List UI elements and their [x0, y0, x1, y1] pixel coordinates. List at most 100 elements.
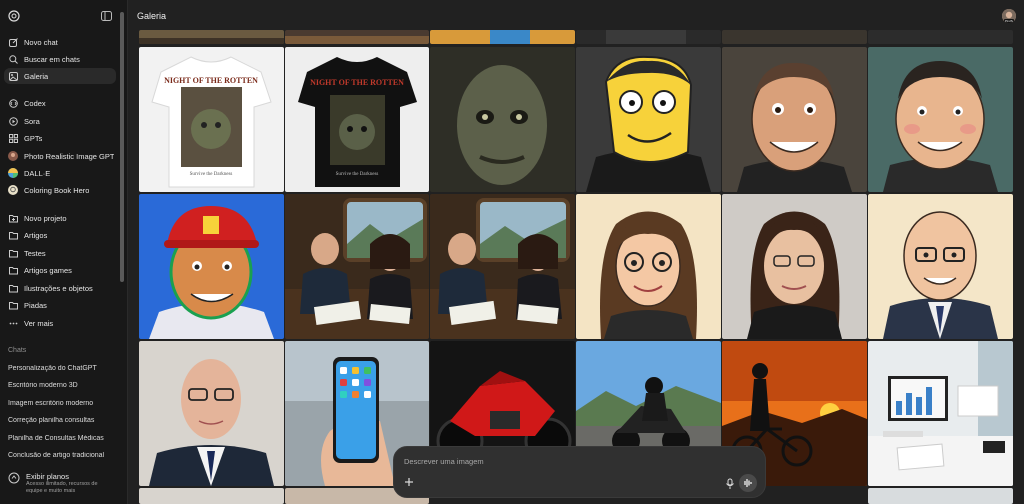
sidebar-toggle-icon[interactable]: [101, 11, 112, 21]
gallery-image-caricature-bald-man[interactable]: [868, 194, 1013, 339]
new-folder-icon: [8, 213, 18, 223]
chat-item[interactable]: Escritório moderno 3D: [8, 382, 116, 389]
plan-badge: PLUS: [1004, 19, 1014, 23]
sidebar-item-label: Sora: [24, 116, 40, 126]
gallery-image-partial[interactable]: [722, 30, 867, 44]
folder-icon: [8, 283, 18, 293]
folder-icon: [8, 230, 18, 240]
sidebar-item-codex[interactable]: Codex: [4, 95, 116, 111]
folder-icon: [8, 300, 18, 310]
gpt-avatar-icon: [8, 151, 18, 161]
sidebar-item-label: Ver mais: [24, 318, 54, 328]
plan-text: Exibir planos Acesso ilimitado, recursos…: [26, 468, 112, 494]
sidebar-item-label: Codex: [24, 98, 46, 108]
sidebar: Novo chat Buscar em chats Galeria Codex …: [0, 0, 128, 504]
gallery-image-tshirt-white[interactable]: NIGHT OF THE ROTTEN Survive the Darkness: [139, 47, 284, 192]
avatar[interactable]: PLUS: [1002, 9, 1016, 23]
sidebar-item-label: Ilustrações e objetos: [24, 283, 93, 293]
page-header: Galeria PLUS: [129, 0, 1024, 30]
tshirt-print-text: NIGHT OF THE ROTTEN: [164, 76, 258, 85]
sidebar-item-piadas[interactable]: Piadas: [4, 297, 116, 313]
gallery-image-office-desk[interactable]: [868, 341, 1013, 486]
image-prompt-input[interactable]: [404, 455, 704, 467]
sidebar-scrollbar[interactable]: [120, 12, 124, 282]
gallery-image-woman-realistic[interactable]: [722, 194, 867, 339]
gallery-image-partial[interactable]: [868, 488, 1013, 504]
plus-icon: [405, 478, 413, 486]
sidebar-item-sora[interactable]: Sora: [4, 113, 116, 129]
tshirt-print-subtext: Survive the Darkness: [190, 172, 233, 177]
more-icon: [8, 318, 18, 328]
gallery-image-partial[interactable]: [285, 30, 429, 44]
gallery-image-partial[interactable]: [576, 30, 721, 44]
dictate-button[interactable]: [725, 477, 735, 489]
voice-mode-button[interactable]: [739, 474, 757, 492]
sidebar-item-label: GPTs: [24, 133, 43, 143]
sora-icon: [8, 116, 18, 126]
new-chat-icon: [8, 37, 18, 47]
sidebar-item-artigos-games[interactable]: Artigos games: [4, 262, 116, 278]
sidebar-item-label: Testes: [24, 248, 46, 258]
sidebar-item-label: DALL·E: [24, 168, 51, 178]
plan-subtitle: Acesso ilimitado, recursos de equipe e m…: [26, 481, 98, 494]
chat-item[interactable]: Imagem escritório moderno: [8, 400, 116, 407]
sidebar-item-label: Coloring Book Hero: [24, 185, 90, 195]
gallery-image-popart-man[interactable]: [139, 194, 284, 339]
add-attachment-button[interactable]: [403, 477, 415, 489]
sidebar-item-photo-realistic-gpt[interactable]: Photo Realistic Image GPT: [4, 148, 116, 164]
voice-waveform-icon: [744, 479, 752, 487]
upgrade-plan-button[interactable]: Exibir planos Acesso ilimitado, recursos…: [4, 468, 120, 498]
sidebar-item-ilustracoes[interactable]: Ilustrações e objetos: [4, 280, 116, 296]
gallery-icon: [8, 71, 18, 81]
sidebar-item-new-chat[interactable]: Novo chat: [4, 34, 116, 50]
gallery-image-caricature-man[interactable]: [722, 47, 867, 192]
chat-item[interactable]: Personalização do ChatGPT: [8, 365, 116, 372]
search-icon: [8, 54, 18, 64]
sidebar-item-label: Novo chat: [24, 37, 58, 47]
chat-item[interactable]: Planilha de Consultas Médicas: [8, 435, 116, 442]
plan-title: Exibir planos: [26, 472, 69, 481]
codex-icon: [8, 98, 18, 108]
chats-section-title: Chats: [8, 347, 27, 354]
image-prompt-composer: [393, 446, 766, 498]
sidebar-item-coloring-book-hero[interactable]: Coloring Book Hero: [4, 182, 116, 198]
gallery-image-cartoon-yellow-man[interactable]: [576, 47, 721, 192]
sidebar-item-label: Artigos: [24, 230, 48, 240]
gallery-image-partial[interactable]: [139, 30, 284, 44]
sidebar-item-label: Buscar em chats: [24, 54, 80, 64]
chat-item[interactable]: Conclusão de artigo tradicional: [8, 452, 116, 459]
sidebar-item-gallery[interactable]: Galeria: [4, 68, 116, 84]
chat-item[interactable]: Correção planilha consultas: [8, 417, 116, 424]
sidebar-item-label: Photo Realistic Image GPT: [24, 151, 115, 161]
tshirt-print-subtext: Survive the Darkness: [336, 172, 379, 177]
sidebar-item-label: Artigos games: [24, 265, 72, 275]
sidebar-item-testes[interactable]: Testes: [4, 245, 116, 261]
gallery-image-tshirt-black[interactable]: NIGHT OF THE ROTTEN Survive the Darkness: [285, 47, 429, 192]
sidebar-item-label: Novo projeto: [24, 213, 67, 223]
sidebar-item-gpts[interactable]: GPTs: [4, 130, 116, 146]
gallery-image-cartoon-man-green[interactable]: [868, 47, 1013, 192]
folder-icon: [8, 248, 18, 258]
gallery-image-partial[interactable]: [139, 488, 284, 504]
sidebar-item-dalle[interactable]: DALL·E: [4, 165, 116, 181]
sidebar-item-ver-mais[interactable]: Ver mais: [4, 315, 116, 331]
gallery-image-train-meeting[interactable]: [285, 194, 429, 339]
microphone-icon: [726, 478, 734, 489]
gallery-image-bald-man-suit[interactable]: [139, 341, 284, 486]
upgrade-icon: [8, 472, 20, 484]
dalle-icon: [8, 168, 18, 178]
sidebar-item-label: Piadas: [24, 300, 47, 310]
sidebar-item-search[interactable]: Buscar em chats: [4, 51, 116, 67]
gallery-image-partial[interactable]: [868, 30, 1013, 44]
tshirt-print-text: NIGHT OF THE ROTTEN: [310, 78, 404, 87]
folder-icon: [8, 265, 18, 275]
gallery-image-cartoon-woman-glasses[interactable]: [576, 194, 721, 339]
gallery-image-partial[interactable]: [430, 30, 575, 44]
gallery-image-zombie-portrait[interactable]: [430, 47, 575, 192]
gpts-icon: [8, 133, 18, 143]
sidebar-item-artigos[interactable]: Artigos: [4, 227, 116, 243]
sidebar-item-new-project[interactable]: Novo projeto: [4, 210, 116, 226]
gallery-image-train-meeting-2[interactable]: [430, 194, 575, 339]
sidebar-header: [0, 6, 128, 26]
openai-logo-icon[interactable]: [8, 10, 20, 22]
